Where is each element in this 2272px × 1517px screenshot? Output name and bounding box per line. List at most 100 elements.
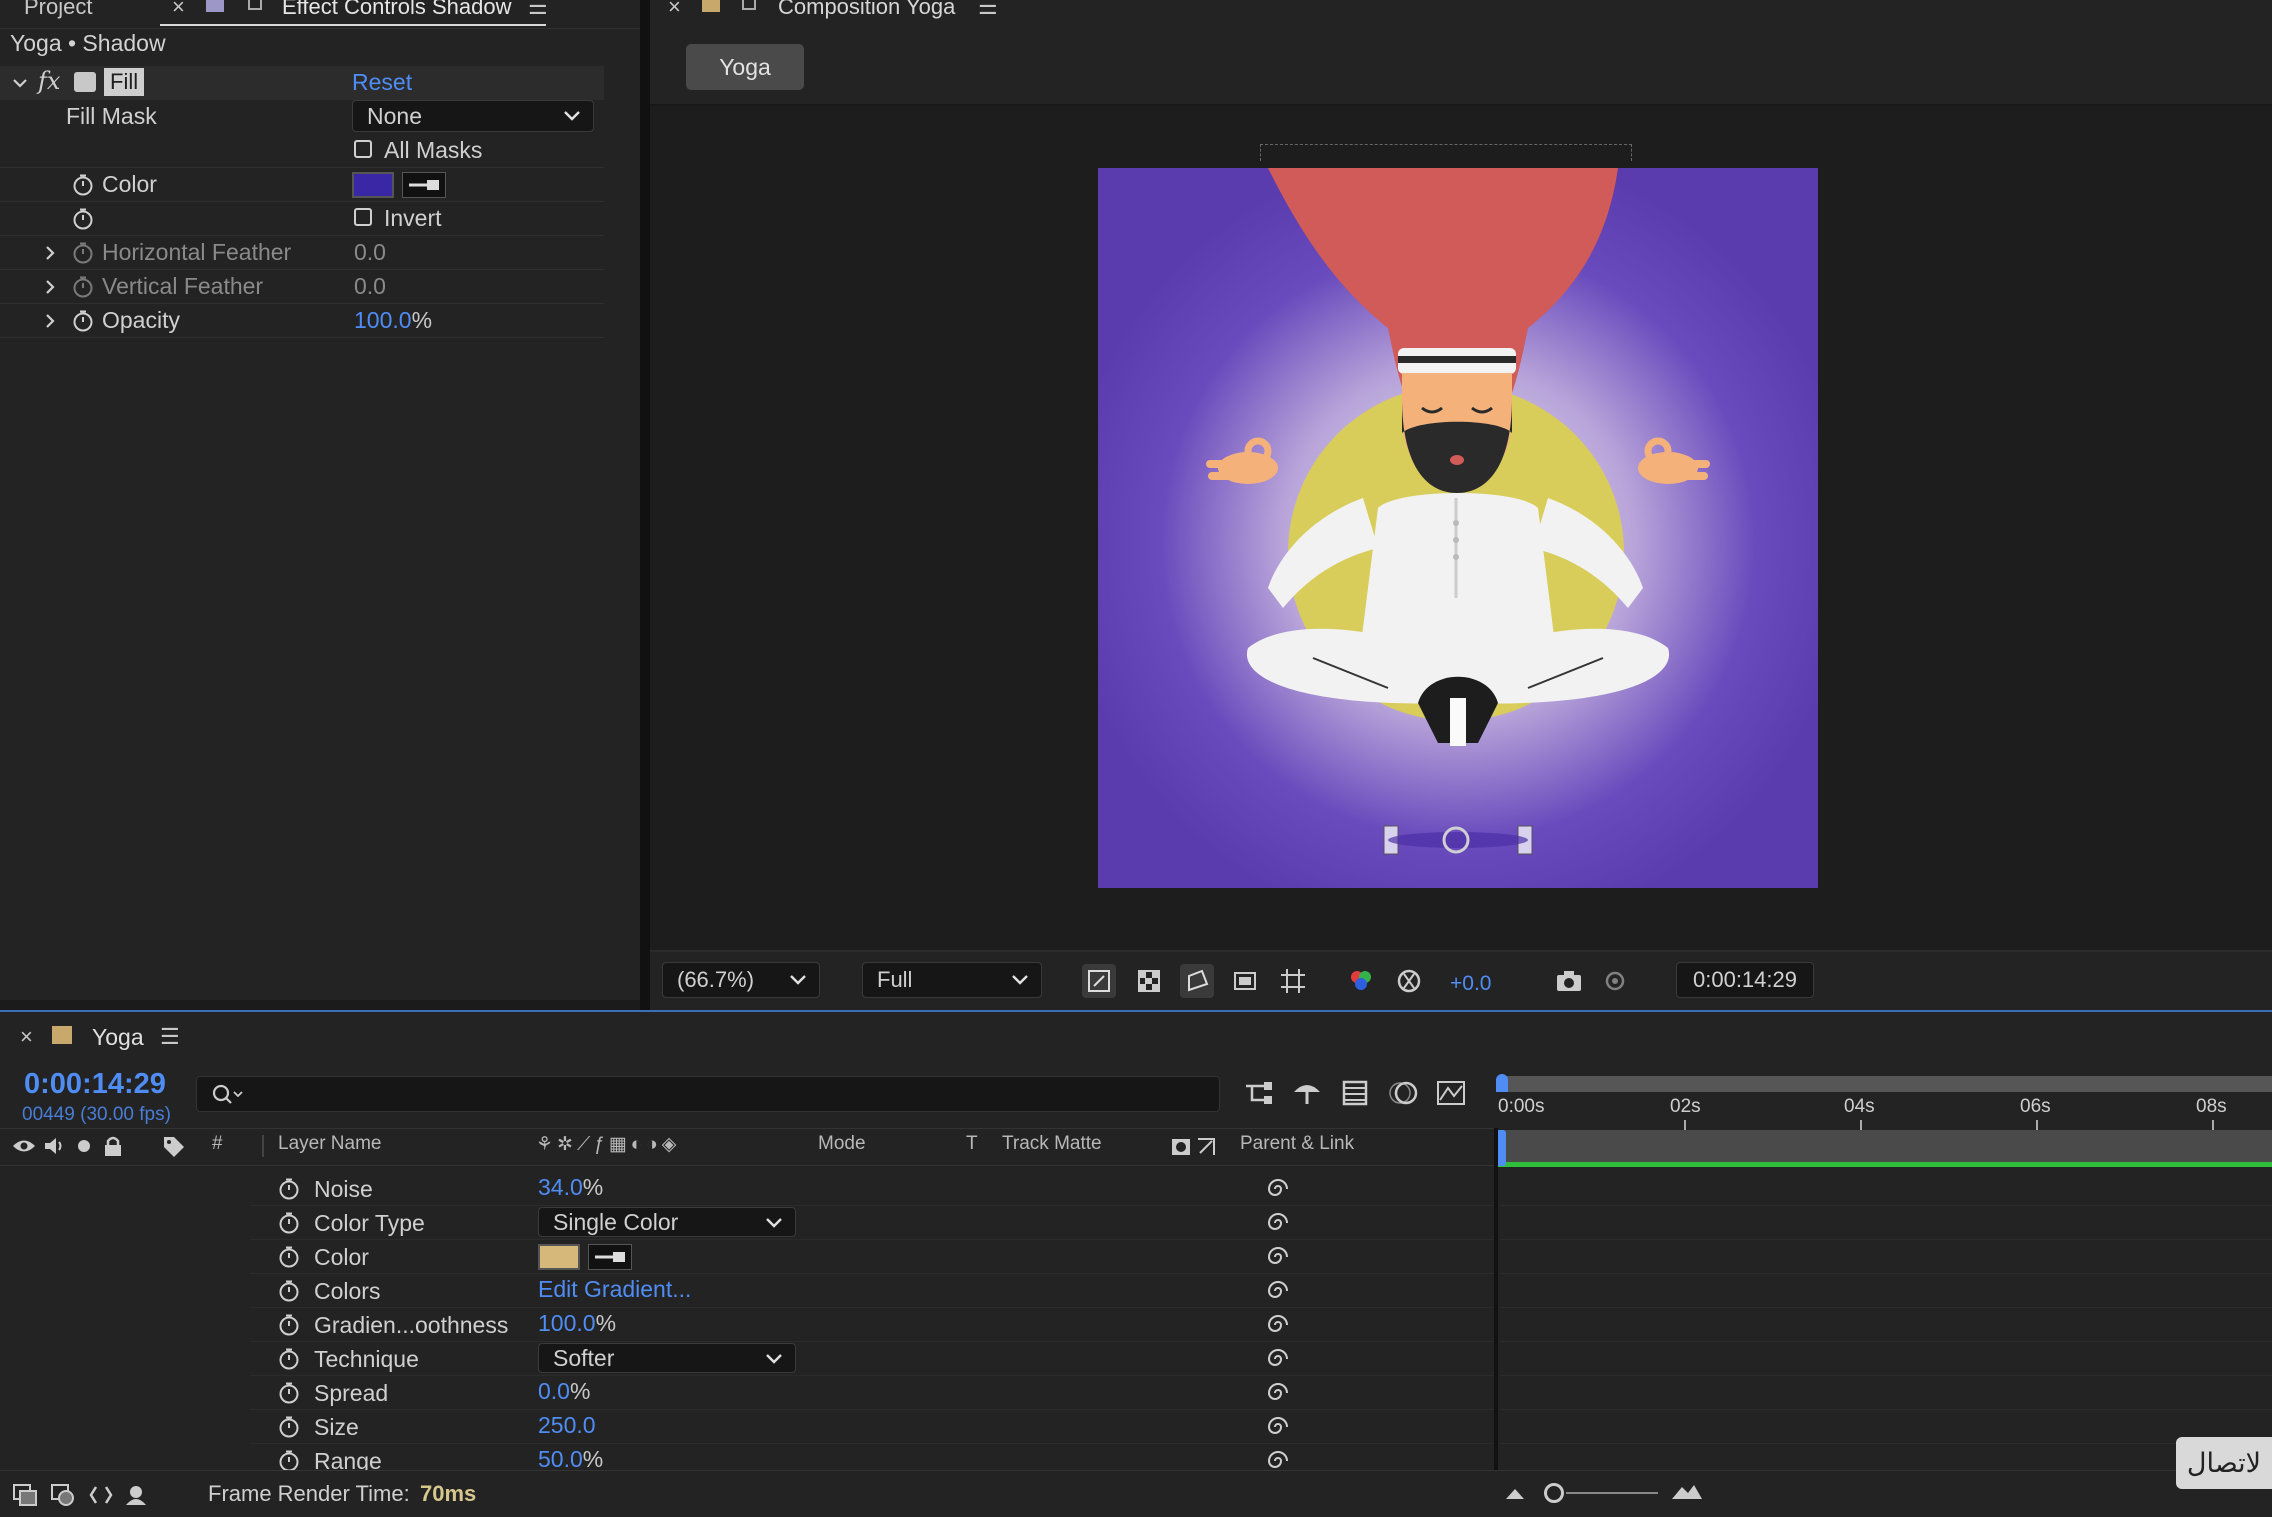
stopwatch-icon[interactable] <box>278 1246 300 1268</box>
composition-canvas[interactable] <box>1098 168 1818 888</box>
channel-color-icon[interactable] <box>1344 964 1378 998</box>
edit-gradient-link[interactable]: Edit Gradient... <box>538 1276 691 1303</box>
lock-tab-icon[interactable] <box>742 0 756 10</box>
fast-previews-icon[interactable] <box>1082 964 1116 998</box>
layer-switches-toggle-icon[interactable] <box>12 1483 38 1507</box>
stopwatch-icon[interactable] <box>72 310 94 332</box>
tab-project[interactable]: Project <box>24 0 92 20</box>
pick-whip-icon[interactable] <box>1266 1347 1290 1371</box>
panel-menu-icon[interactable]: ☰ <box>160 1024 180 1050</box>
stopwatch-icon[interactable] <box>72 208 94 230</box>
size-value[interactable]: 250.0 <box>538 1412 596 1439</box>
zoom-slider-track[interactable] <box>1566 1492 1658 1494</box>
stopwatch-icon[interactable] <box>278 1212 300 1234</box>
region-of-interest-icon[interactable] <box>1228 964 1262 998</box>
pick-whip-icon[interactable] <box>1266 1381 1290 1405</box>
pick-whip-icon[interactable] <box>1266 1245 1290 1269</box>
layer-duration-bar[interactable] <box>1498 1130 2272 1166</box>
effect-name[interactable]: Fill <box>104 68 145 96</box>
eyedropper-icon[interactable] <box>402 172 446 198</box>
column-track-matte[interactable]: Track Matte <box>1002 1133 1102 1155</box>
solo-icon[interactable] <box>76 1138 92 1154</box>
zoom-slider-handle[interactable] <box>1544 1483 1564 1503</box>
zoom-in-icon[interactable] <box>1670 1479 1704 1501</box>
fill-mask-dropdown[interactable]: None <box>352 100 594 132</box>
reset-link[interactable]: Reset <box>352 69 412 96</box>
twirl-open-icon[interactable] <box>12 75 28 91</box>
pick-whip-icon[interactable] <box>1266 1313 1290 1337</box>
technique-dropdown[interactable]: Softer <box>538 1343 796 1373</box>
all-masks-checkbox[interactable] <box>354 140 372 158</box>
tab-composition[interactable]: Composition Yoga <box>778 0 955 20</box>
current-time-display[interactable]: 0:00:14:29 <box>1676 962 1814 998</box>
pick-whip-icon[interactable] <box>1266 1449 1290 1470</box>
mask-path-visibility-icon[interactable] <box>1180 964 1214 998</box>
stopwatch-icon[interactable] <box>72 174 94 196</box>
property-value-group[interactable]: 34.0% <box>538 1174 603 1201</box>
lock-icon[interactable] <box>102 1134 124 1158</box>
composition-viewer[interactable] <box>650 106 2272 950</box>
stopwatch-icon[interactable] <box>278 1348 300 1370</box>
stopwatch-icon[interactable] <box>72 276 94 298</box>
column-mode[interactable]: Mode <box>818 1133 866 1155</box>
smoothness-value[interactable]: 100.0 <box>538 1310 596 1336</box>
eyedropper-icon[interactable] <box>588 1244 632 1270</box>
reset-exposure-icon[interactable] <box>1392 964 1426 998</box>
color-swatch[interactable] <box>538 1244 580 1270</box>
tab-timeline[interactable]: Yoga <box>92 1024 144 1051</box>
invert-checkbox[interactable] <box>354 208 372 226</box>
close-tab-icon[interactable]: × <box>20 1024 33 1050</box>
twirl-closed-icon[interactable] <box>42 279 58 295</box>
panel-menu-icon[interactable]: ☰ <box>978 0 998 20</box>
exposure-value[interactable]: +0.0 <box>1450 972 1491 996</box>
comp-mini-flowchart-icon[interactable] <box>1242 1078 1276 1108</box>
track-row[interactable] <box>1500 1308 2272 1342</box>
magnification-dropdown[interactable]: (66.7%) <box>662 962 820 998</box>
spread-value[interactable]: 0.0 <box>538 1378 570 1404</box>
transparency-grid-icon[interactable] <box>1132 964 1166 998</box>
search-input[interactable] <box>196 1076 1220 1112</box>
close-tab-icon[interactable]: × <box>668 0 681 20</box>
track-row[interactable] <box>1500 1240 2272 1274</box>
stopwatch-icon[interactable] <box>278 1280 300 1302</box>
connect-button[interactable]: لاتصال <box>2176 1437 2272 1489</box>
track-row[interactable] <box>1500 1274 2272 1308</box>
composition-flow-button[interactable]: Yoga <box>686 44 804 90</box>
camera-snapshot-icon[interactable] <box>1552 964 1586 998</box>
graph-editor-icon[interactable] <box>1434 1078 1468 1108</box>
opacity-value-group[interactable]: 100.0% <box>354 307 432 334</box>
track-row[interactable] <box>1500 1410 2272 1444</box>
motion-blur-icon[interactable] <box>1386 1078 1420 1108</box>
frame-blending-icon[interactable] <box>1338 1078 1372 1108</box>
time-ruler[interactable]: 0:00s 02s 04s 06s 08s <box>1498 1096 2272 1132</box>
panel-menu-icon[interactable]: ☰ <box>528 0 548 20</box>
stopwatch-icon[interactable] <box>278 1178 300 1200</box>
effect-header-row[interactable]: fx Fill Reset <box>0 66 604 100</box>
stopwatch-icon[interactable] <box>278 1314 300 1336</box>
stopwatch-icon[interactable] <box>278 1450 300 1470</box>
resolution-dropdown[interactable]: Full <box>862 962 1042 998</box>
render-time-toggle-icon[interactable] <box>124 1483 152 1507</box>
property-value-group[interactable]: 100.0% <box>538 1310 616 1337</box>
zoom-out-icon[interactable] <box>1504 1485 1526 1501</box>
timeline-divider[interactable] <box>1494 1128 1498 1488</box>
shy-layers-icon[interactable] <box>1290 1078 1324 1108</box>
color-swatch[interactable] <box>352 172 394 198</box>
track-row[interactable] <box>1500 1206 2272 1240</box>
pick-whip-icon[interactable] <box>1266 1211 1290 1235</box>
panel-splitter[interactable] <box>640 0 650 1010</box>
property-value-group[interactable]: 0.0% <box>538 1378 590 1405</box>
color-type-dropdown[interactable]: Single Color <box>538 1207 796 1237</box>
audio-icon[interactable] <box>42 1135 66 1157</box>
close-tab-icon[interactable]: × <box>172 0 185 20</box>
show-snapshot-icon[interactable] <box>1598 964 1632 998</box>
pick-whip-icon[interactable] <box>1266 1279 1290 1303</box>
track-row[interactable] <box>1500 1376 2272 1410</box>
pick-whip-icon[interactable] <box>1266 1415 1290 1439</box>
tab-effect-controls[interactable]: Effect Controls Shadow <box>282 0 512 20</box>
property-value-group[interactable]: 50.0% <box>538 1446 603 1470</box>
range-value[interactable]: 50.0 <box>538 1446 583 1470</box>
transfer-controls-toggle-icon[interactable] <box>50 1483 76 1507</box>
twirl-closed-icon[interactable] <box>42 313 58 329</box>
label-tag-icon[interactable] <box>162 1135 186 1159</box>
